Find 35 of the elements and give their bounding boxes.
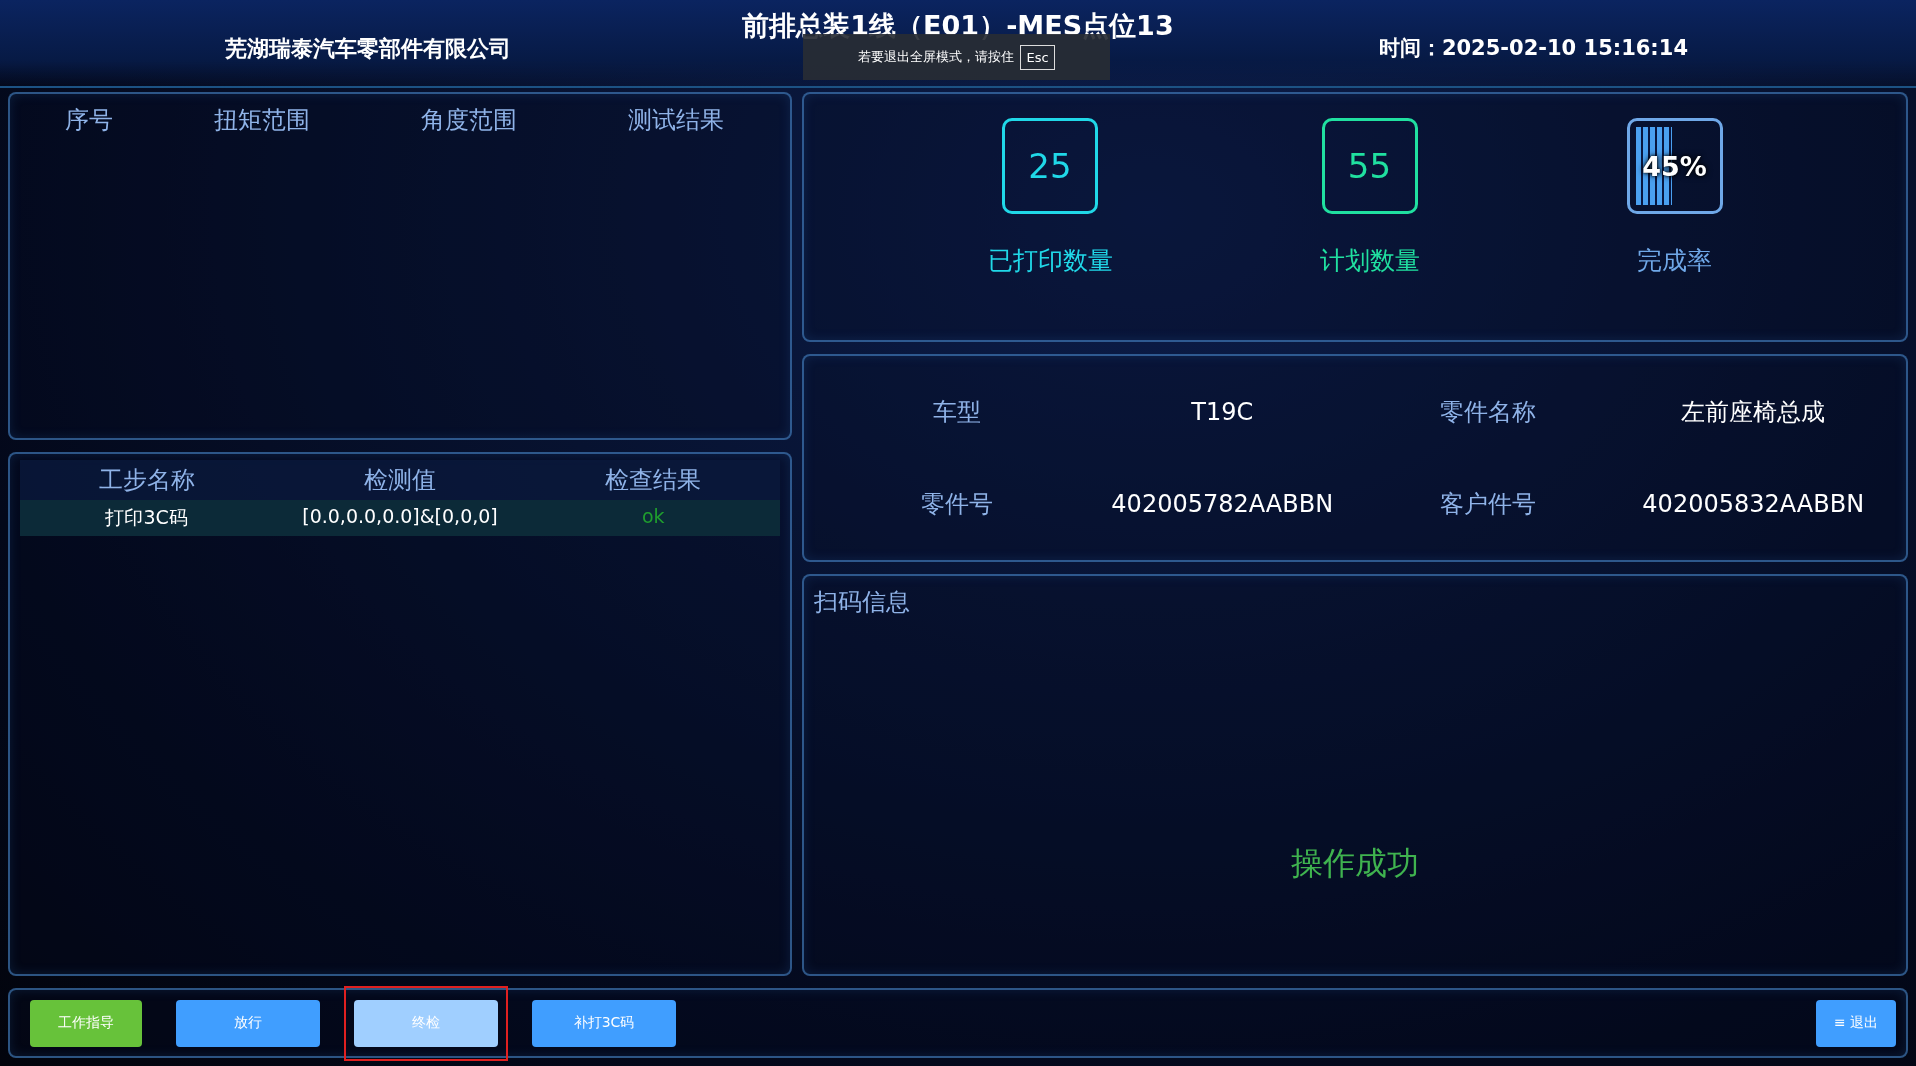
- column-header: 工步名称: [97, 465, 196, 496]
- table-cell-text: ok: [641, 505, 666, 529]
- field-value: 左前座椅总成: [1680, 397, 1827, 428]
- table-cell-text: [0.0,0.0,0.0]&[0,0,0]: [301, 505, 499, 529]
- field-label: 零件名称: [1438, 397, 1537, 428]
- stat-label: 计划数量: [1319, 245, 1420, 277]
- column-header: 测试结果: [627, 105, 726, 136]
- action-button[interactable]: 工作指导: [30, 999, 142, 1047]
- panel-title: 扫码信息: [814, 587, 911, 618]
- field-label: 零件号: [919, 489, 994, 520]
- action-button[interactable]: 放行: [176, 999, 320, 1047]
- column-header: 角度范围: [420, 105, 519, 136]
- status-message: 操作成功: [1290, 843, 1420, 884]
- field-value: 402005782AABBN: [1110, 490, 1335, 518]
- page-title: 前排总装1线（E01）-MES点位13: [741, 9, 1175, 43]
- stat-label: 已打印数量: [987, 245, 1113, 277]
- esc-key: Esc: [1020, 44, 1055, 70]
- company-name: 芜湖瑞泰汽车零部件有限公司: [225, 35, 511, 63]
- field-value: 402005832AABBN: [1641, 490, 1866, 518]
- count-box: 25: [1002, 118, 1098, 214]
- column-header: 扭矩范围: [212, 105, 311, 136]
- field-label: 客户件号: [1438, 489, 1537, 520]
- column-header: 序号: [64, 105, 115, 136]
- column-header: 检查结果: [604, 465, 703, 496]
- notice-text: 若要退出全屏模式，请按住: [858, 48, 1015, 66]
- count-box: 55: [1321, 118, 1418, 214]
- stat-label: 完成率: [1637, 245, 1712, 277]
- exit-button[interactable]: ≡ 退出: [1816, 999, 1896, 1047]
- action-button[interactable]: 补打3C码: [532, 999, 676, 1047]
- column-header: 检测值: [363, 465, 437, 496]
- table-cell-text: 打印3C码: [104, 505, 189, 530]
- field-label: 车型: [931, 397, 982, 428]
- date-time: 时间：2025-02-10 15:16:14: [1378, 35, 1688, 62]
- field-value: T19C: [1190, 398, 1255, 426]
- action-button[interactable]: 终检: [354, 999, 498, 1047]
